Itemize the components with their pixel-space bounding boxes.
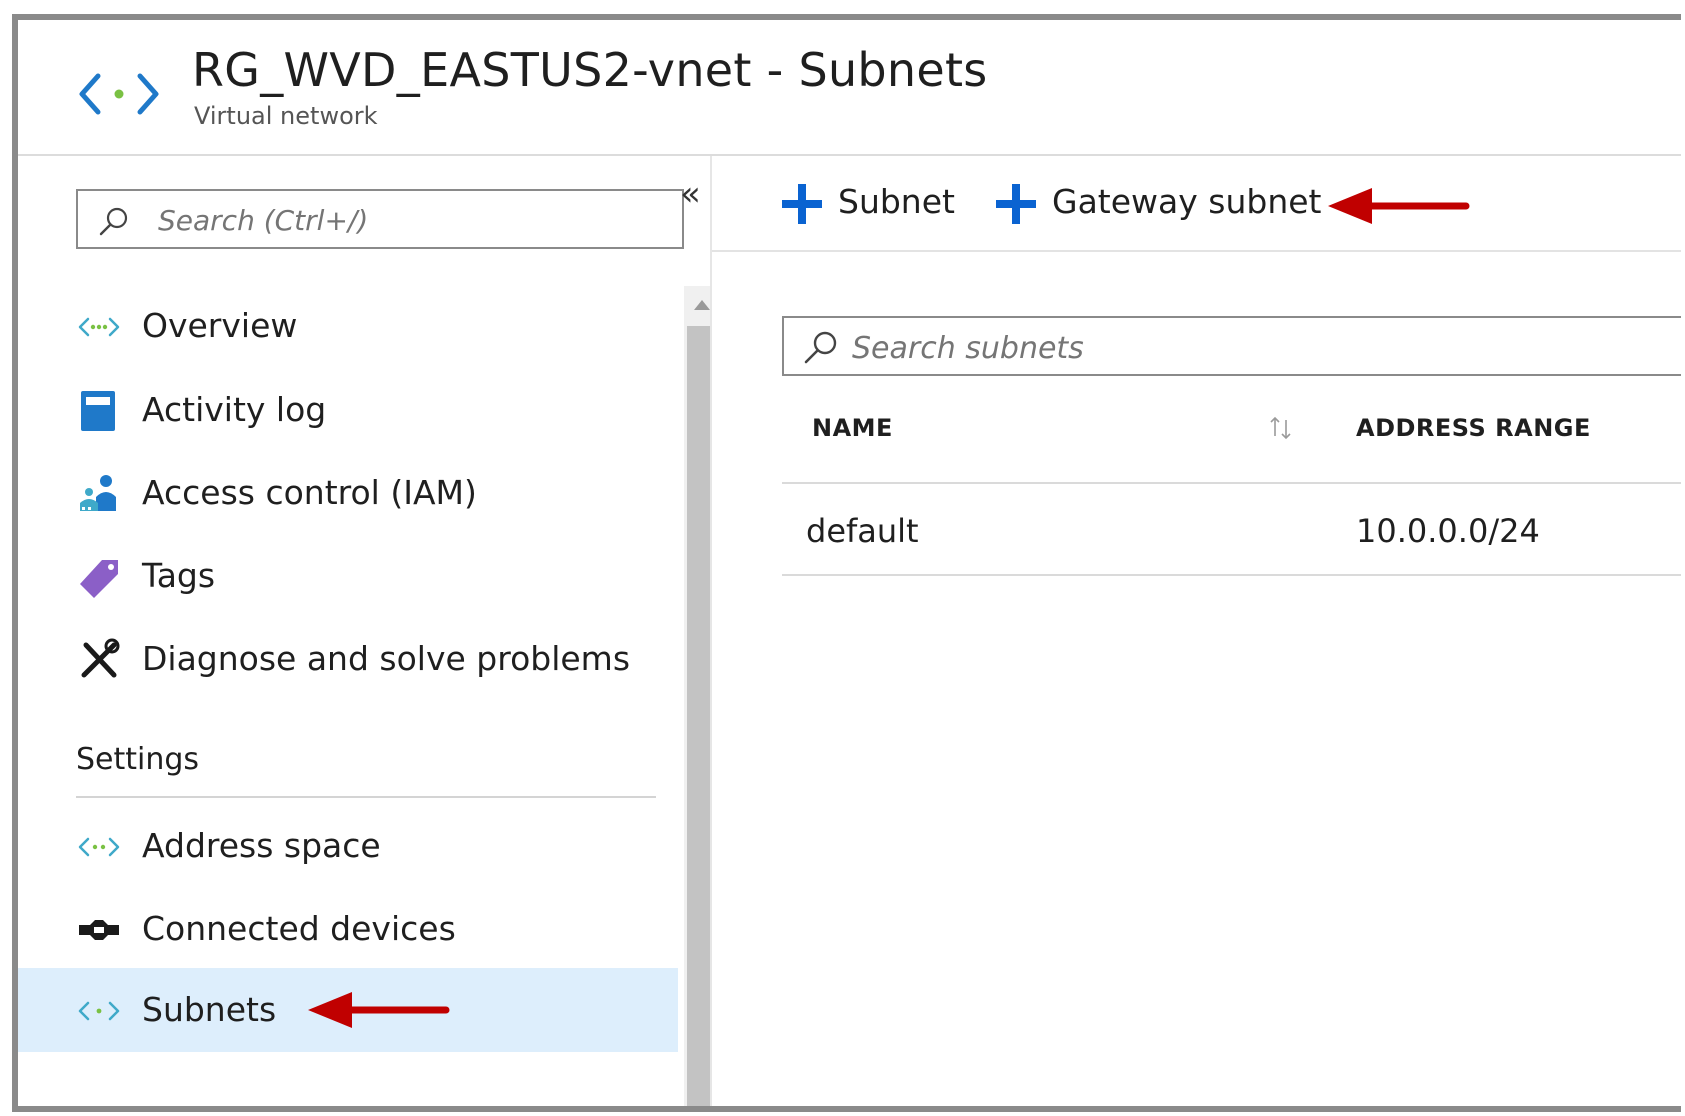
settings-section-title: Settings bbox=[76, 742, 200, 777]
page-subtitle: Virtual network bbox=[194, 102, 378, 130]
subnets-icon bbox=[78, 1001, 120, 1021]
menu-item-activity-log[interactable]: Activity log bbox=[18, 368, 678, 452]
subnet-address-range-cell: 10.0.0.0/24 bbox=[1356, 512, 1540, 550]
menu-item-label: Diagnose and solve problems bbox=[142, 639, 631, 678]
menu-item-label: Overview bbox=[142, 306, 298, 345]
sort-icon[interactable] bbox=[1266, 414, 1296, 442]
tools-icon bbox=[81, 638, 120, 678]
resource-menu: « Overview Activity log bbox=[18, 156, 720, 1106]
menu-item-connected-devices[interactable]: Connected devices bbox=[18, 887, 678, 971]
menu-item-address-space[interactable]: Address space bbox=[18, 804, 678, 888]
menu-item-label: Connected devices bbox=[142, 909, 456, 948]
subnet-name-cell: default bbox=[806, 512, 919, 550]
menu-item-access-control[interactable]: Access control (IAM) bbox=[18, 451, 678, 535]
subnets-blade: Subnet Gateway subnet NAME bbox=[712, 156, 1681, 1106]
connected-devices-icon bbox=[79, 920, 119, 940]
subnets-search-input[interactable] bbox=[850, 328, 1554, 368]
menu-item-label: Activity log bbox=[142, 390, 327, 429]
column-header-name[interactable]: NAME bbox=[812, 414, 893, 442]
portal-frame: RG_WVD_EASTUS2-vnet - Subnets Virtual ne… bbox=[12, 14, 1681, 1112]
row-divider bbox=[782, 574, 1681, 576]
red-arrow-annotation bbox=[308, 992, 450, 1028]
page-title: RG_WVD_EASTUS2-vnet - Subnets bbox=[192, 43, 988, 97]
activity-log-icon bbox=[81, 391, 115, 431]
menu-item-diagnose[interactable]: Diagnose and solve problems bbox=[18, 617, 678, 701]
menu-item-label: Address space bbox=[142, 826, 381, 865]
search-icon bbox=[99, 207, 128, 236]
menu-search-box[interactable] bbox=[76, 189, 684, 249]
address-space-icon bbox=[78, 837, 120, 857]
blade-header: RG_WVD_EASTUS2-vnet - Subnets Virtual ne… bbox=[18, 20, 1681, 156]
add-gateway-subnet-label: Gateway subnet bbox=[1052, 182, 1322, 221]
tag-icon bbox=[80, 560, 118, 598]
column-header-address-range[interactable]: ADDRESS RANGE bbox=[1356, 414, 1591, 442]
menu-search-input[interactable] bbox=[156, 201, 660, 239]
plus-icon bbox=[996, 184, 1036, 224]
iam-icon bbox=[80, 475, 116, 511]
menu-item-tags[interactable]: Tags bbox=[18, 534, 678, 618]
vnet-icon bbox=[79, 73, 159, 115]
command-bar: Subnet Gateway subnet bbox=[712, 156, 1681, 252]
menu-item-label: Access control (IAM) bbox=[142, 473, 477, 512]
add-subnet-button[interactable]: Subnet bbox=[780, 178, 955, 228]
menu-item-overview[interactable]: Overview bbox=[18, 284, 678, 368]
add-subnet-label: Subnet bbox=[838, 182, 955, 221]
section-divider bbox=[76, 796, 656, 798]
subnets-search-box[interactable] bbox=[782, 316, 1681, 376]
collapse-menu-button[interactable]: « bbox=[680, 174, 701, 214]
menu-item-label: Subnets bbox=[142, 990, 277, 1029]
search-icon bbox=[804, 331, 837, 364]
vnet-overview-icon bbox=[78, 317, 120, 337]
red-arrow-annotation bbox=[1328, 188, 1470, 224]
plus-icon bbox=[782, 184, 822, 224]
menu-item-label: Tags bbox=[142, 556, 216, 595]
add-gateway-subnet-button[interactable]: Gateway subnet bbox=[994, 178, 1321, 228]
